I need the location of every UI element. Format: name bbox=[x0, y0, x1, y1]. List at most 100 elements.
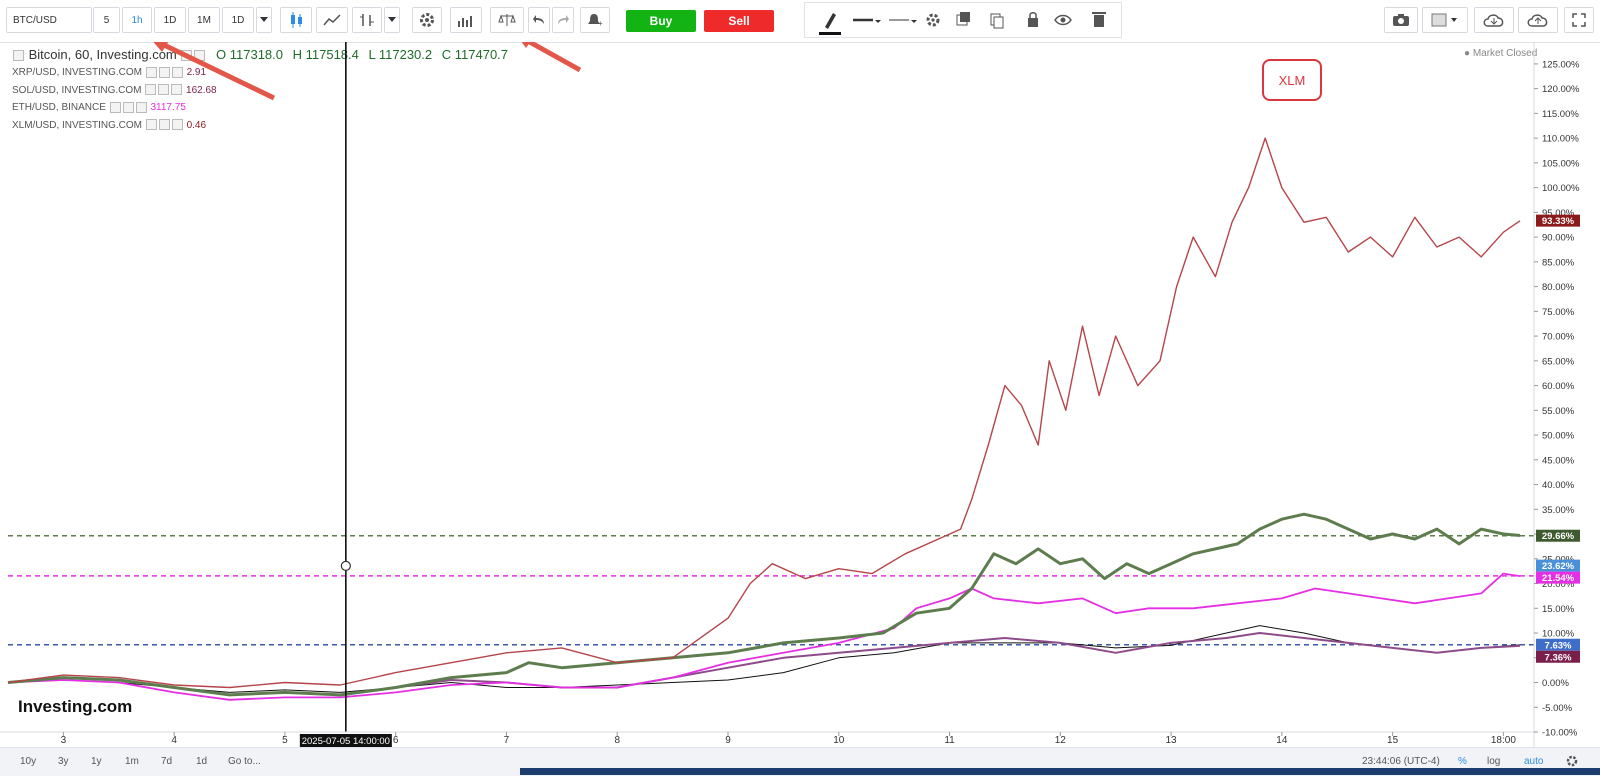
series-lines bbox=[7, 137, 1521, 701]
buy-button[interactable]: Buy bbox=[626, 10, 696, 32]
line-width-icon[interactable] bbox=[889, 19, 917, 23]
candles-icon bbox=[291, 12, 302, 28]
time-tick-label: 18:00 bbox=[1491, 735, 1516, 746]
price-tick-label: 65.00% bbox=[1542, 356, 1575, 367]
price-tick-label: 40.00% bbox=[1542, 480, 1575, 491]
time-tick-label: 15 bbox=[1387, 735, 1399, 746]
interval-1m[interactable]: 1M bbox=[188, 7, 220, 33]
price-tick-label: -10.00% bbox=[1542, 728, 1578, 739]
price-tick-label: 75.00% bbox=[1542, 307, 1575, 318]
redo-button[interactable] bbox=[552, 7, 574, 33]
compare-button[interactable] bbox=[490, 7, 524, 33]
settings-icon[interactable] bbox=[1566, 755, 1578, 767]
range-3y[interactable]: 3y bbox=[58, 756, 69, 767]
time-tick-label: 5 bbox=[282, 735, 288, 746]
sell-button[interactable]: Sell bbox=[704, 10, 774, 32]
taskbar-strip bbox=[520, 768, 1600, 775]
range-1m[interactable]: 1m bbox=[125, 756, 139, 767]
price-tick-label: 60.00% bbox=[1542, 381, 1575, 392]
fill-icon bbox=[1431, 13, 1457, 27]
cloud-download-icon bbox=[1483, 14, 1504, 27]
crosshair-time-label: 2025-07-05 14:00:00 bbox=[302, 736, 390, 747]
series-line-btc bbox=[7, 625, 1521, 693]
time-tick-label: 13 bbox=[1166, 735, 1178, 746]
price-label-text: 23.62% bbox=[1542, 561, 1575, 572]
price-tick-label: 125.00% bbox=[1542, 59, 1580, 70]
watermark-logo: Investing.com bbox=[18, 697, 132, 716]
percent-toggle[interactable]: % bbox=[1458, 756, 1467, 767]
eye-icon[interactable] bbox=[1054, 14, 1072, 26]
time-tick-label: 4 bbox=[171, 735, 177, 746]
redo-icon bbox=[558, 15, 569, 24]
undo-button[interactable] bbox=[528, 7, 550, 33]
dropdown-icon bbox=[388, 17, 396, 22]
price-tick-label: 90.00% bbox=[1542, 233, 1575, 244]
time-tick-label: 7 bbox=[504, 735, 510, 746]
chevron-down-icon bbox=[260, 17, 268, 22]
alert-button[interactable]: + bbox=[580, 7, 610, 33]
camera-icon bbox=[1393, 14, 1409, 26]
price-label-text: 7.63% bbox=[1545, 640, 1572, 651]
price-tick-label: 70.00% bbox=[1542, 332, 1575, 343]
series-line-xrp bbox=[7, 632, 1521, 696]
price-tick-label: 110.00% bbox=[1542, 134, 1579, 145]
fullscreen-button[interactable] bbox=[1564, 7, 1594, 33]
symbol-input[interactable]: BTC/USD bbox=[6, 7, 92, 33]
price-tick-label: 0.00% bbox=[1542, 678, 1569, 689]
range-7d[interactable]: 7d bbox=[161, 756, 172, 767]
save-button[interactable] bbox=[1518, 7, 1558, 33]
time-tick-label: 8 bbox=[614, 735, 620, 746]
pen-icon[interactable] bbox=[819, 13, 841, 35]
range-10y[interactable]: 10y bbox=[20, 756, 36, 767]
indicators-button[interactable] bbox=[450, 7, 482, 33]
price-tick-label: 15.00% bbox=[1542, 604, 1575, 615]
clock: 23:44:06 (UTC-4) bbox=[1362, 756, 1440, 767]
price-label-text: 93.33% bbox=[1542, 216, 1575, 227]
undo-icon bbox=[533, 15, 544, 24]
chart-canvas[interactable]: 2025-07-05 14:00:00 125.00%120.00%115.00… bbox=[0, 42, 1600, 747]
log-toggle[interactable]: log bbox=[1487, 756, 1500, 767]
time-axis: 3 4 5 6 7 8 9 10 11 12 13 14 15 18:00 bbox=[0, 731, 1534, 746]
interval-dropdown[interactable] bbox=[256, 7, 272, 33]
arrow-line bbox=[160, 42, 276, 101]
candles-button[interactable] bbox=[280, 7, 312, 33]
top-toolbar: BTC/USD 5 1h 1D 1M 1D + Buy Sell bbox=[0, 0, 1600, 43]
price-tick-label: 35.00% bbox=[1542, 505, 1575, 516]
lock-icon[interactable] bbox=[1028, 12, 1038, 27]
copy-icon[interactable] bbox=[990, 13, 1004, 29]
layers-icon[interactable] bbox=[956, 12, 970, 26]
fullscreen-icon bbox=[1572, 13, 1586, 27]
chart-type-dropdown[interactable] bbox=[384, 7, 400, 33]
line-style-icon[interactable] bbox=[853, 18, 881, 23]
time-tick-label: 3 bbox=[61, 735, 67, 746]
time-tick-label: 12 bbox=[1055, 735, 1067, 746]
time-tick-label: 11 bbox=[944, 735, 955, 746]
line-chart-icon bbox=[323, 14, 341, 26]
crosshair-marker bbox=[340, 560, 351, 572]
bars-button[interactable] bbox=[352, 7, 382, 33]
interval-1d[interactable]: 1D bbox=[154, 7, 186, 33]
price-tick-label: 120.00% bbox=[1542, 84, 1580, 95]
screenshot-button[interactable] bbox=[1384, 7, 1418, 33]
series-line-xlm bbox=[7, 137, 1521, 689]
annotation-arrows bbox=[153, 42, 582, 101]
compare-icon bbox=[498, 14, 516, 26]
interval-1h[interactable]: 1h bbox=[122, 7, 152, 33]
auto-toggle[interactable]: auto bbox=[1524, 756, 1543, 767]
price-tick-label: 105.00% bbox=[1542, 158, 1580, 169]
settings-button[interactable] bbox=[412, 7, 442, 33]
price-label-text: 29.66% bbox=[1542, 531, 1575, 542]
line-chart-button[interactable] bbox=[316, 7, 348, 33]
goto-button[interactable]: Go to... bbox=[228, 756, 261, 767]
interval-1d-2[interactable]: 1D bbox=[222, 7, 254, 33]
load-button[interactable] bbox=[1474, 7, 1514, 33]
fill-button[interactable] bbox=[1422, 7, 1468, 33]
gear-icon[interactable] bbox=[926, 13, 940, 27]
trash-icon[interactable] bbox=[1092, 12, 1106, 27]
range-1y[interactable]: 1y bbox=[91, 756, 102, 767]
price-label-text: 7.36% bbox=[1545, 652, 1572, 663]
time-tick-label: 10 bbox=[833, 735, 845, 746]
range-1d[interactable]: 1d bbox=[196, 756, 207, 767]
time-tick-label: 6 bbox=[393, 735, 399, 746]
interval-5[interactable]: 5 bbox=[93, 7, 120, 33]
